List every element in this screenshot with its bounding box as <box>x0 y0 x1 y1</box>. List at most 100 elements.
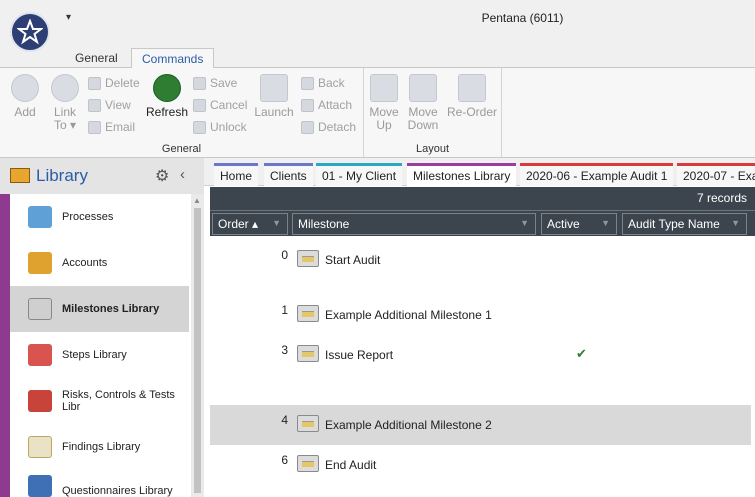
table-row[interactable]: 1 Example Additional Milestone 1 <box>210 295 751 335</box>
reorder-icon <box>458 74 486 102</box>
column-header-milestone[interactable]: Milestone ▼ <box>292 213 536 235</box>
sidebar-scrollbar[interactable]: ▲ <box>191 194 204 497</box>
ribbon-tab-commands[interactable]: Commands <box>131 48 215 69</box>
sidebar-item-label: Questionnaires Library <box>62 485 173 497</box>
sidebar-item-label: Risks, Controls & Tests Libr <box>62 389 175 413</box>
order-cell: 6 <box>281 453 288 467</box>
ribbon-tab-strip: General Commands <box>0 38 755 69</box>
detach-button[interactable]: Detach <box>301 118 356 136</box>
delete-button[interactable]: Delete <box>88 74 140 92</box>
detach-icon <box>301 120 314 134</box>
refresh-button[interactable]: Refresh <box>145 74 189 119</box>
cancel-icon <box>193 98 206 112</box>
tab-2020-07[interactable]: 2020-07 - Exa <box>677 163 755 186</box>
order-cell: 0 <box>281 248 288 262</box>
tab-example-audit-1[interactable]: 2020-06 - Example Audit 1 <box>520 163 674 186</box>
sidebar-header: Library ⚙ ‹ <box>0 158 204 194</box>
filter-icon[interactable]: ▼ <box>731 218 740 228</box>
save-button[interactable]: Save <box>193 74 237 92</box>
sidebar-item-steps-library[interactable]: Steps Library <box>10 332 189 378</box>
sidebar-item-questionnaires-library[interactable]: Questionnaires Library <box>10 470 189 497</box>
add-icon <box>11 74 39 102</box>
filter-icon[interactable]: ▼ <box>601 218 610 228</box>
move-down-button[interactable]: Move Down <box>406 74 440 132</box>
column-header-audit-type-name[interactable]: Audit Type Name ▼ <box>622 213 747 235</box>
ribbon-tab-general[interactable]: General <box>65 48 128 69</box>
link-to-button[interactable]: Link To ▾ <box>48 74 82 132</box>
milestone-cell: Start Audit <box>325 253 381 267</box>
tab-my-client[interactable]: 01 - My Client <box>316 163 403 186</box>
tab-clients[interactable]: Clients <box>264 163 313 186</box>
findings-icon <box>28 436 52 458</box>
sidebar-item-findings-library[interactable]: Findings Library <box>10 424 189 470</box>
record-count: 7 records <box>210 187 755 210</box>
refresh-label: Refresh <box>145 105 189 119</box>
attach-button[interactable]: Attach <box>301 96 352 114</box>
milestone-icon <box>297 415 319 432</box>
app-logo[interactable] <box>10 12 50 52</box>
reorder-button[interactable]: Re-Order <box>446 74 498 119</box>
accounts-icon <box>28 252 52 274</box>
filter-icon[interactable]: ▼ <box>272 218 281 228</box>
library-icon <box>10 168 30 183</box>
view-button[interactable]: View <box>88 96 131 114</box>
move-down-label-2: Down <box>407 118 439 132</box>
milestone-icon <box>297 250 319 267</box>
save-icon <box>193 76 206 90</box>
email-icon <box>88 120 101 134</box>
add-button[interactable]: Add <box>10 74 40 119</box>
view-icon <box>88 98 101 112</box>
document-tab-strip: Home Clients 01 - My Client Milestones L… <box>204 158 755 186</box>
unlock-button[interactable]: Unlock <box>193 118 247 136</box>
email-button[interactable]: Email <box>88 118 135 136</box>
tab-milestones-library[interactable]: Milestones Library <box>407 163 517 186</box>
sidebar-item-milestones-library[interactable]: Milestones Library <box>10 286 189 332</box>
cancel-button[interactable]: Cancel <box>193 96 247 114</box>
sidebar-item-label: Steps Library <box>62 349 127 361</box>
sidebar-item-processes[interactable]: Processes <box>10 194 189 240</box>
processes-icon <box>28 206 52 228</box>
ribbon-group-layout: Move Up Move Down Re-Order Layout <box>364 68 502 157</box>
launch-button[interactable]: Launch <box>254 74 294 119</box>
sidebar-list: Processes Accounts Milestones Library St… <box>10 194 191 497</box>
sidebar-item-label: Accounts <box>62 257 108 269</box>
column-header-order[interactable]: Order ▴ ▼ <box>212 213 288 235</box>
attach-icon <box>301 98 314 112</box>
delete-icon <box>88 76 101 90</box>
move-up-button[interactable]: Move Up <box>368 74 400 132</box>
refresh-icon <box>153 74 181 102</box>
column-header-active[interactable]: Active ▼ <box>541 213 617 235</box>
milestone-icon <box>297 345 319 362</box>
move-up-label-2: Up <box>376 118 392 132</box>
unlock-icon <box>193 120 206 134</box>
collapse-chevron-icon[interactable]: ‹ <box>180 166 185 183</box>
milestone-icon <box>297 305 319 322</box>
milestones-icon <box>28 298 52 320</box>
sidebar-accent-bar <box>0 194 10 497</box>
scroll-up-icon[interactable]: ▲ <box>193 196 201 205</box>
link-icon <box>51 74 79 102</box>
risks-icon <box>28 390 52 412</box>
back-button[interactable]: Back <box>301 74 345 92</box>
link-to-label-2: To ▾ <box>53 118 77 132</box>
milestone-cell: Issue Report <box>325 348 394 362</box>
launch-label: Launch <box>254 105 294 119</box>
table-row[interactable]: 4 Example Additional Milestone 2 <box>210 405 751 445</box>
sidebar-item-label: Processes <box>62 211 114 223</box>
milestone-cell: Example Additional Milestone 1 <box>325 308 492 322</box>
sidebar-item-risks-controls-tests[interactable]: Risks, Controls & Tests Libr <box>10 378 189 424</box>
library-sidebar: Library ⚙ ‹ Processes Accounts Milestone… <box>0 158 204 497</box>
ribbon-group-general: Add Link To ▾ Delete View Email Refresh … <box>0 68 364 157</box>
filter-icon[interactable]: ▼ <box>520 218 529 228</box>
table-row[interactable]: 0 Start Audit <box>210 240 751 280</box>
sidebar-title: Library <box>36 166 88 185</box>
sidebar-scroll-thumb[interactable] <box>194 208 201 493</box>
reorder-label: Re-Order <box>446 105 497 119</box>
table-row[interactable]: 3 Issue Report ✔ <box>210 335 751 375</box>
sidebar-item-accounts[interactable]: Accounts <box>10 240 189 286</box>
tab-home[interactable]: Home <box>214 163 259 186</box>
gear-icon[interactable]: ⚙ <box>155 166 169 186</box>
table-row[interactable]: 6 End Audit <box>210 445 751 485</box>
move-up-icon <box>370 74 398 102</box>
move-down-icon <box>409 74 437 102</box>
